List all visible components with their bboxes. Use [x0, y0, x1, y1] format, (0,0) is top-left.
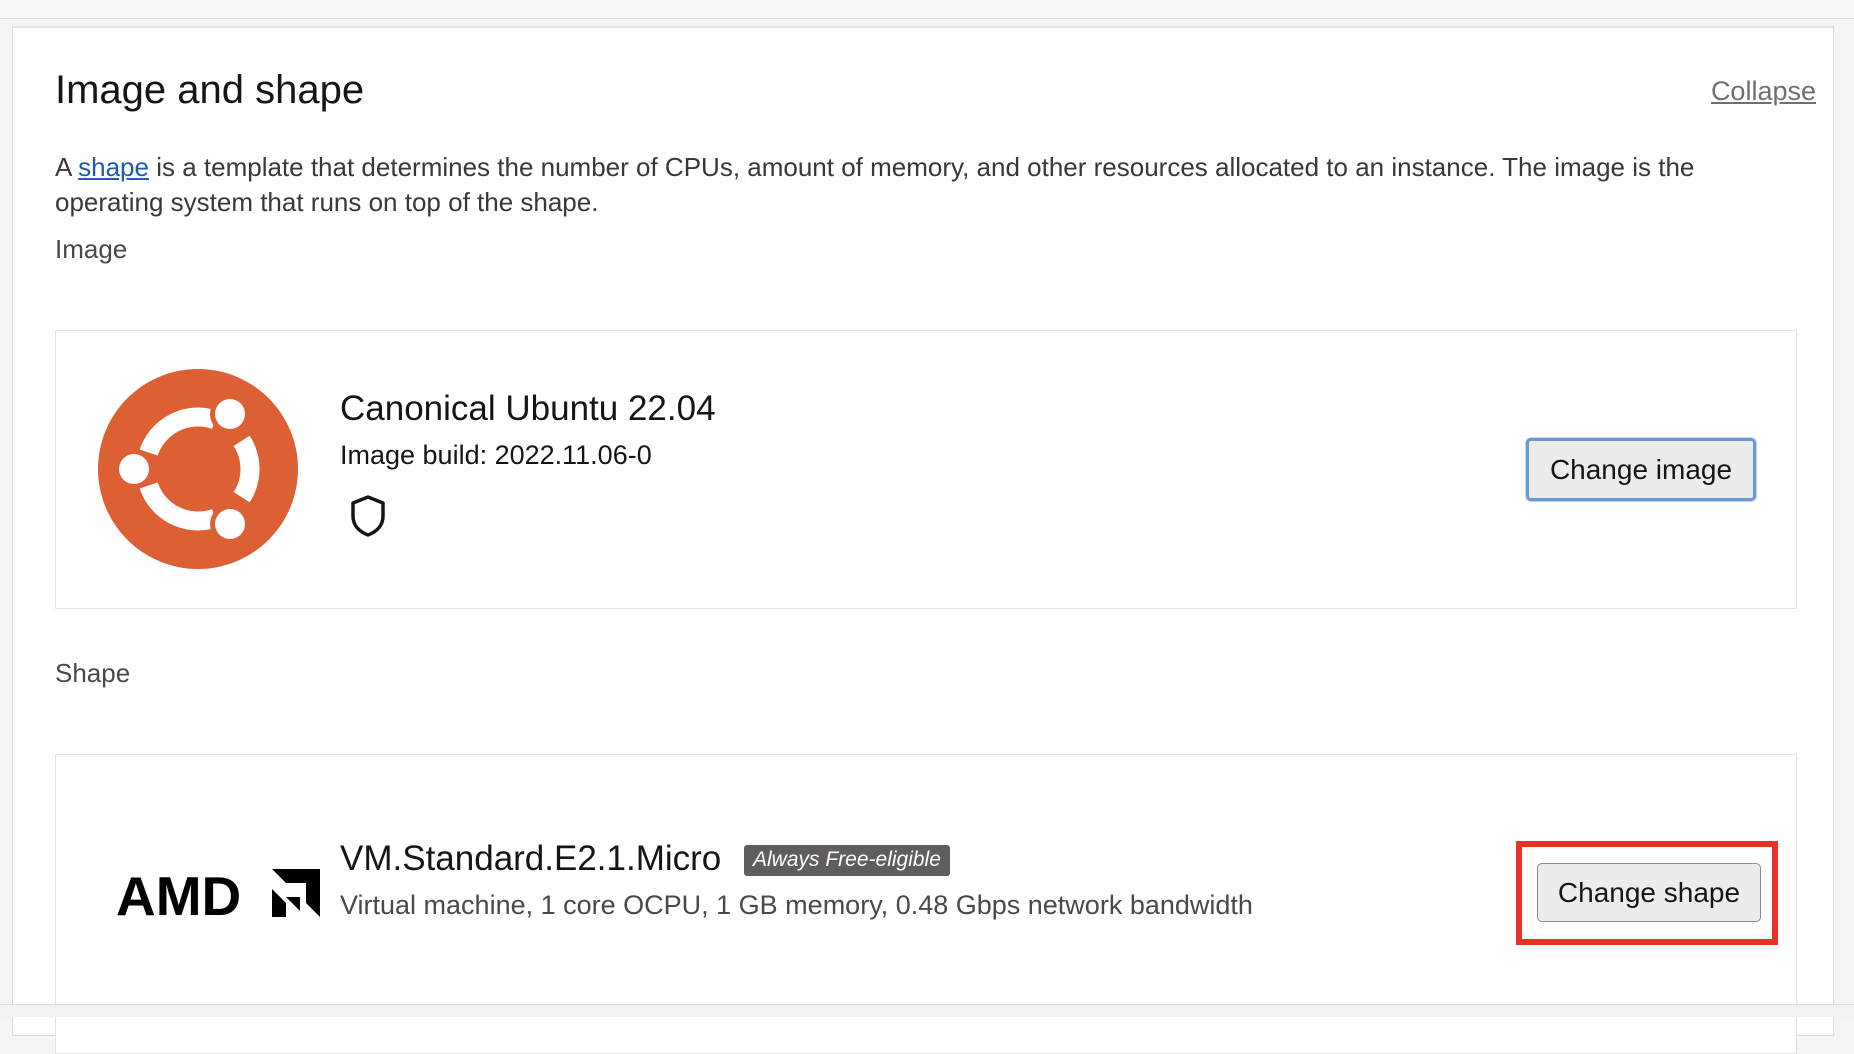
image-heading: Image [55, 234, 128, 264]
image-card: Canonical Ubuntu 22.04 Image build: 2022… [55, 330, 1797, 609]
shape-name: VM.Standard.E2.1.Micro [340, 839, 722, 878]
image-name: Canonical Ubuntu 22.04 [340, 389, 716, 428]
amd-logo-text: AMD [116, 867, 241, 919]
section-title: Image and shape [55, 68, 365, 112]
shape-details: Virtual machine, 1 core OCPU, 1 GB memor… [340, 890, 1253, 920]
section-description: A shape is a template that determines th… [55, 150, 1805, 220]
image-build: Image build: 2022.11.06-0 [340, 440, 652, 470]
collapse-link[interactable]: Collapse [1711, 76, 1816, 107]
change-shape-button[interactable]: Change shape [1537, 863, 1761, 922]
amd-logo-icon: AMD [116, 867, 320, 919]
bottom-strip [0, 1004, 1854, 1017]
shape-heading: Shape [55, 658, 131, 688]
ubuntu-logo-icon [98, 369, 298, 569]
shield-icon [351, 495, 385, 537]
change-image-button[interactable]: Change image [1526, 438, 1756, 501]
top-bar [0, 0, 1854, 19]
description-suffix: is a template that determines the number… [55, 152, 1695, 217]
shape-link[interactable]: shape [78, 152, 149, 182]
always-free-badge: Always Free-eligible [744, 845, 950, 876]
description-prefix: A [55, 152, 79, 182]
image-and-shape-panel: Image and shape Collapse A shape is a te… [12, 26, 1834, 1054]
